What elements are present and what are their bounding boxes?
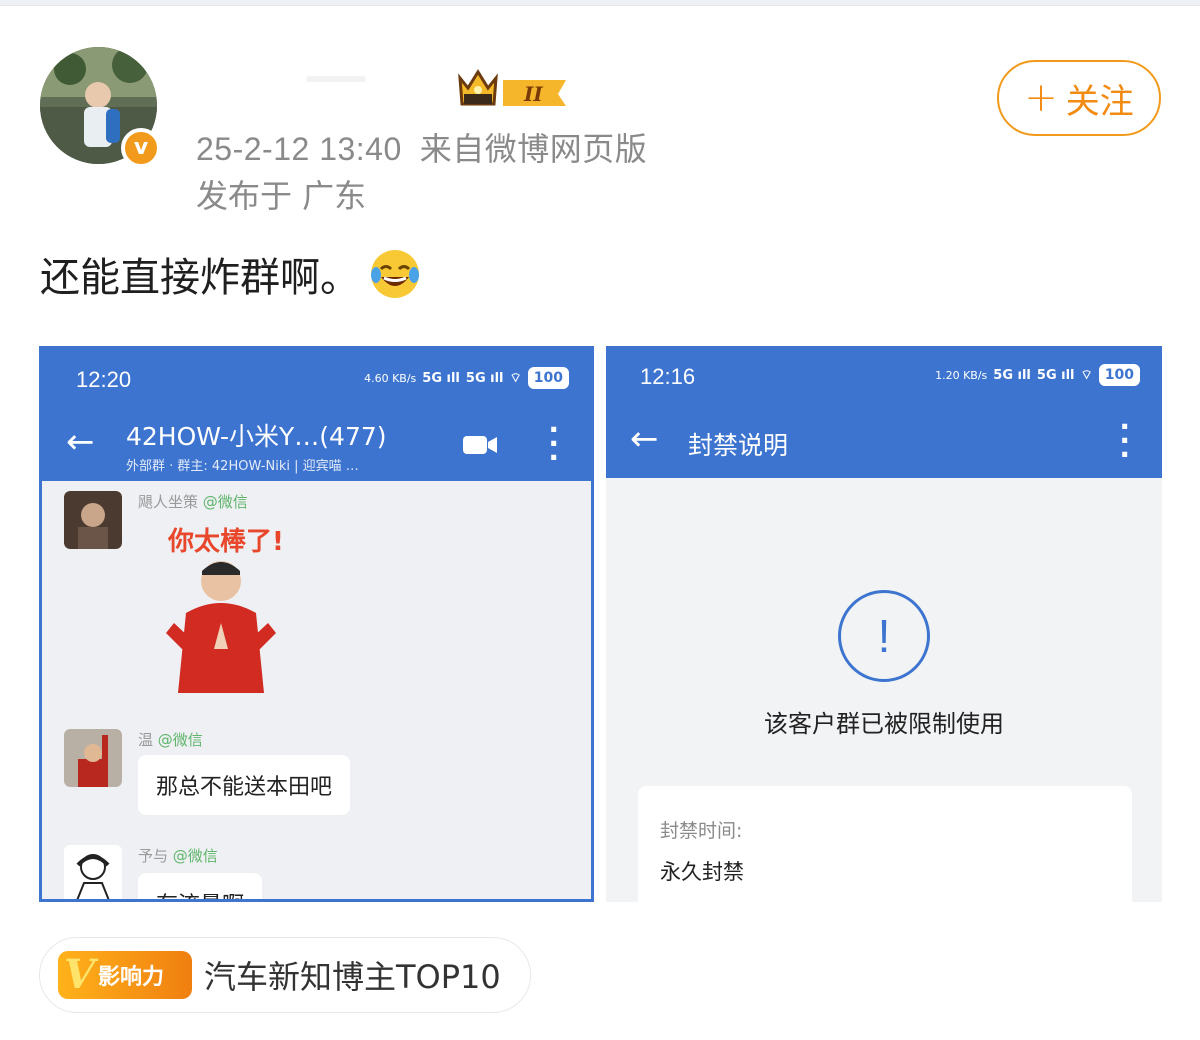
net-speed: 4.60 KB/s — [364, 371, 417, 385]
battery-icon: 100 — [1098, 364, 1140, 386]
influence-text: 汽车新知博主TOP10 — [204, 958, 501, 996]
chat-header: ← 42HOW-小米Y…(477) 外部群 · 群主: 42HOW-Niki |… — [42, 411, 591, 481]
warning-icon: ! — [838, 590, 930, 682]
more-icon: · · · — [548, 413, 559, 474]
back-arrow-icon: ← — [630, 419, 659, 459]
signal-icon-2: 5G ıll — [465, 370, 504, 386]
influence-logo-label: 影响力 — [98, 965, 165, 990]
chat-area: 飓人坐策 @微信 你太棒了! 温 @微信 那总不能送本田吧 予与 @微信 有流量… — [42, 481, 591, 899]
chat-bubble: 那总不能送本田吧 — [138, 755, 351, 815]
group-subtitle: 外部群 · 群主: 42HOW-Niki | 迎宾喵 … — [126, 459, 359, 474]
ban-time-value: 永久封禁 — [660, 860, 744, 884]
username-blurred[interactable] — [196, 64, 446, 104]
ban-info-card: 封禁时间: 永久封禁 — [638, 786, 1132, 902]
restriction-message: 该客户群已被限制使用 — [764, 710, 1004, 738]
post-text: 还能直接炸群啊。 — [40, 245, 422, 303]
top-divider — [0, 0, 1200, 6]
influence-logo: V 影响力 — [58, 951, 192, 999]
ban-body: ! 该客户群已被限制使用 封禁时间: 永久封禁 — [606, 478, 1162, 902]
signal-icon: 5G ıll — [993, 367, 1031, 383]
back-arrow-icon: ← — [66, 422, 95, 462]
status-bar: 12:20 4.60 KB/s 5G ıll 5G ıll ⌔ 100 — [42, 349, 591, 411]
post-body: 还能直接炸群啊。 — [40, 255, 360, 301]
battery-icon: 100 — [527, 367, 569, 389]
post-image-2[interactable]: 12:16 1.20 KB/s 5G ıll 5G ıll ⌔ 100 ← 封禁… — [606, 346, 1162, 902]
more-icon: · · · — [1119, 410, 1130, 471]
post-meta: 25-2-12 13:40 来自微博网页版 — [196, 124, 647, 170]
post-image-1[interactable]: 12:20 4.60 KB/s 5G ıll 5G ıll ⌔ 100 ← 42… — [39, 346, 594, 902]
ban-time-label: 封禁时间: — [660, 820, 743, 842]
follow-label: 关注 — [1065, 81, 1134, 122]
status-icons: 4.60 KB/s 5G ıll 5G ıll ⌔ 100 — [364, 367, 569, 389]
status-time: 12:16 — [640, 364, 696, 389]
follow-button[interactable]: + 关注 — [997, 60, 1161, 136]
sticker-image — [166, 561, 276, 693]
status-bar: 12:16 1.20 KB/s 5G ıll 5G ıll ⌔ 100 — [606, 346, 1162, 408]
verified-badge-icon: v — [121, 128, 161, 168]
rank-crown-icon[interactable]: II — [458, 66, 568, 108]
ban-title: 封禁说明 — [688, 431, 789, 460]
svg-text:II: II — [523, 82, 543, 106]
sender-name: 温 @微信 — [138, 731, 203, 749]
post-location: 发布于 广东 — [196, 177, 367, 215]
group-title: 42HOW-小米Y…(477) — [126, 422, 387, 451]
sender-name: 飓人坐策 @微信 — [138, 493, 248, 511]
wifi-icon: ⌔ — [1080, 368, 1093, 383]
net-speed: 1.20 KB/s — [935, 368, 988, 382]
post-source[interactable]: 来自微博网页版 — [420, 131, 648, 167]
status-icons: 1.20 KB/s 5G ıll 5G ıll ⌔ 100 — [935, 364, 1140, 386]
status-time: 12:20 — [76, 367, 132, 392]
signal-icon-2: 5G ıll — [1036, 367, 1075, 383]
laughing-tears-emoji-icon — [368, 247, 422, 301]
plus-icon: + — [1024, 75, 1058, 121]
sender-avatar — [64, 729, 122, 787]
sender-avatar — [64, 845, 122, 899]
video-call-icon — [463, 436, 497, 454]
v-logo-icon: V — [64, 951, 96, 998]
wifi-icon: ⌔ — [509, 371, 522, 386]
post-time: 25-2-12 13:40 — [196, 131, 402, 167]
influence-badge[interactable]: V 影响力 汽车新知博主TOP10 — [39, 937, 531, 1013]
chat-bubble: 有流量啊 — [138, 873, 263, 899]
signal-icon: 5G ıll — [422, 370, 460, 386]
sender-avatar — [64, 491, 122, 549]
sender-name: 予与 @微信 — [138, 847, 218, 865]
ban-header: ← 封禁说明 · · · — [606, 408, 1162, 478]
